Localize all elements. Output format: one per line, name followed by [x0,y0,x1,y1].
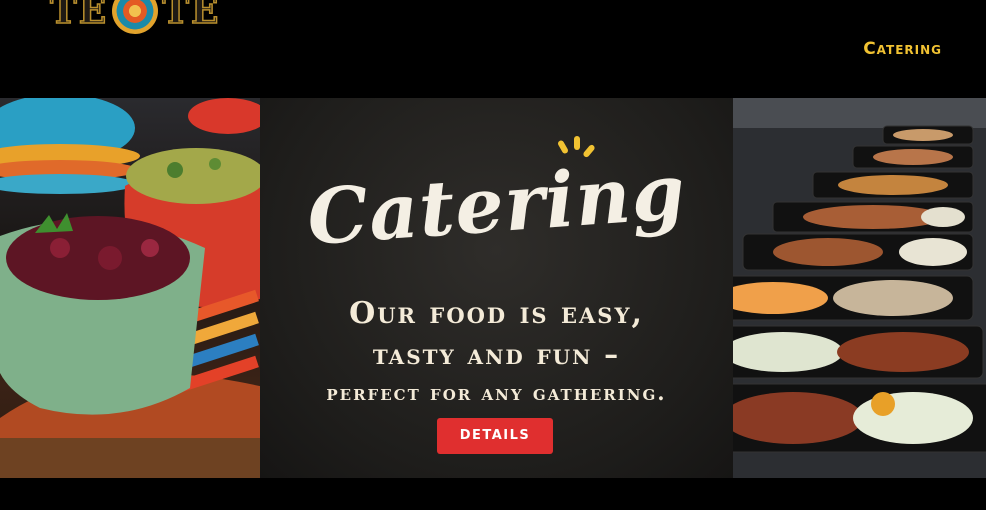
catering-promo-panel: Catering Our food is easy, tasty and fun… [260,98,733,478]
sparkle-icon [574,136,580,150]
details-button[interactable]: DETAILS [437,418,553,454]
site-header: TE TE Catering [0,0,986,98]
sparkle-icon [556,139,570,155]
bowls-of-beets-and-guacamole-photo [0,98,260,478]
bottom-bar [0,478,986,510]
hero-banner: Catering Our food is easy, tasty and fun… [0,98,986,478]
logo-text-right: TE [161,0,221,33]
left-photo-illustration [0,98,260,478]
catering-meal-containers-photo [733,98,986,478]
tagline-line-2: tasty and fun – [372,338,621,371]
tagline-line-3: perfect for any gathering. [326,380,667,405]
tagline-line-1: Our food is easy, [349,296,644,331]
nav-link-catering[interactable]: Catering [863,39,942,59]
catering-script-title: Catering [304,146,689,263]
aztec-sun-medallion-icon [112,0,159,34]
logo[interactable]: TE TE [49,0,221,36]
logo-text-left: TE [49,0,109,33]
right-photo-illustration [733,98,986,478]
